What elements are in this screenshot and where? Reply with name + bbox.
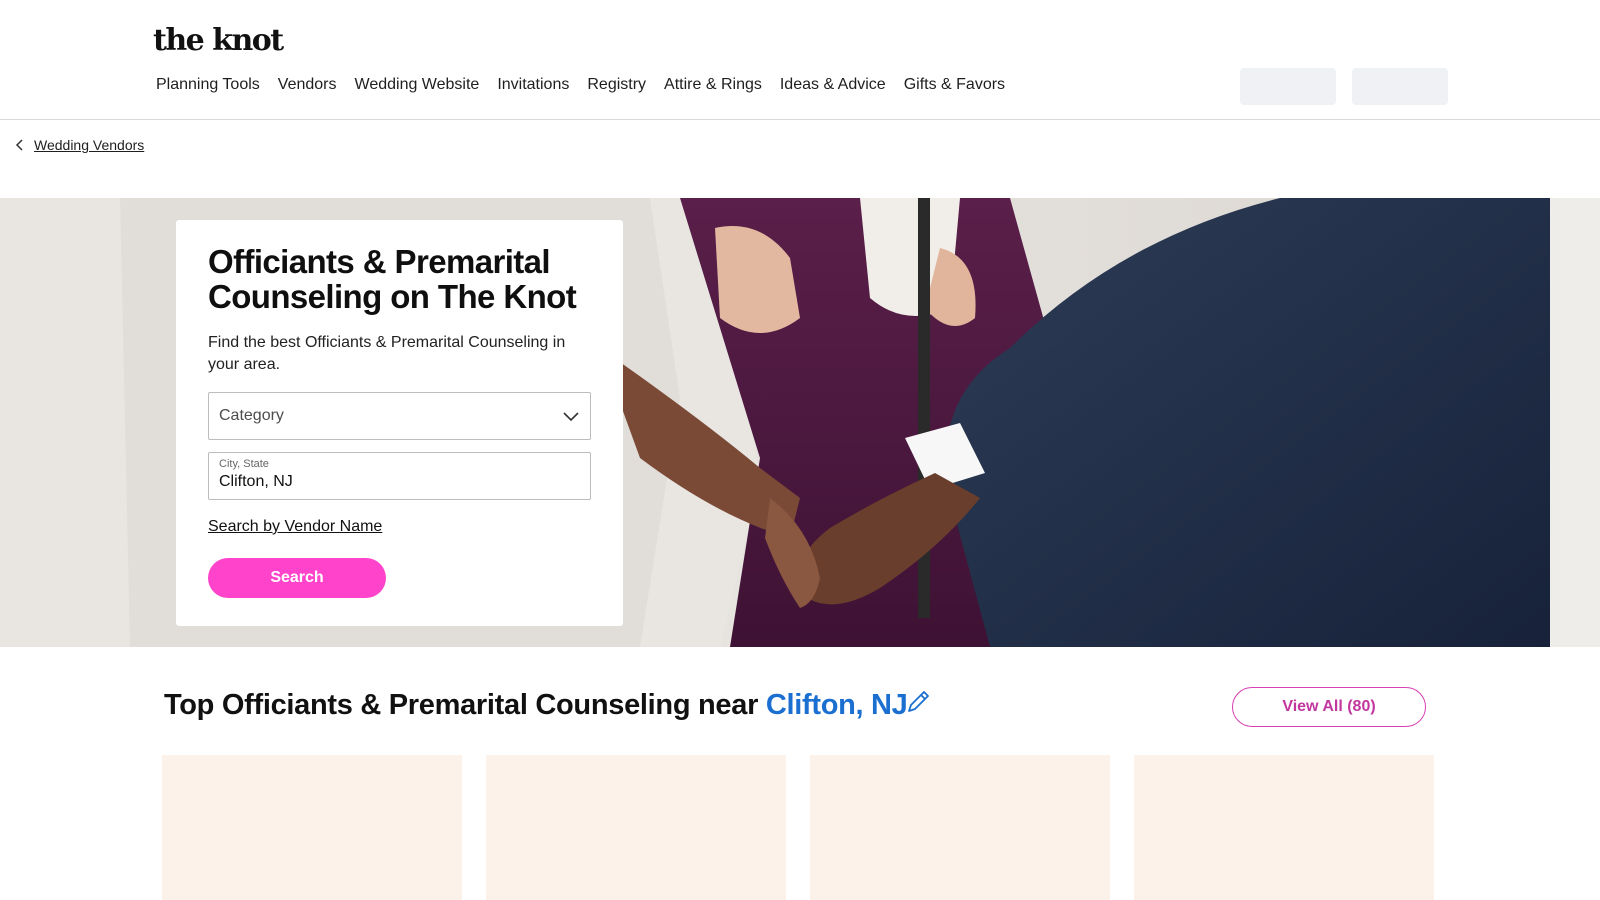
vendor-card-placeholder[interactable] bbox=[810, 755, 1110, 900]
pencil-edit-icon[interactable] bbox=[904, 688, 932, 716]
location-field-label: City, State bbox=[219, 458, 269, 470]
nav-wedding-website[interactable]: Wedding Website bbox=[355, 74, 480, 96]
view-all-button[interactable]: View All (80) bbox=[1232, 687, 1426, 727]
vendor-search-card: Officiants & Premarital Counseling on Th… bbox=[176, 220, 623, 626]
chevron-left-icon bbox=[15, 139, 23, 151]
nav-registry[interactable]: Registry bbox=[587, 74, 646, 96]
signup-button-placeholder[interactable] bbox=[1352, 68, 1448, 105]
breadcrumb: Wedding Vendors bbox=[14, 137, 144, 153]
breadcrumb-wedding-vendors[interactable]: Wedding Vendors bbox=[34, 137, 144, 153]
results-location-link[interactable]: Clifton, NJ bbox=[766, 689, 908, 721]
nav-planning-tools[interactable]: Planning Tools bbox=[156, 74, 260, 96]
the-knot-logo[interactable]: the knot bbox=[153, 24, 284, 58]
search-by-vendor-name-link[interactable]: Search by Vendor Name bbox=[208, 518, 382, 536]
nav-attire-rings[interactable]: Attire & Rings bbox=[664, 74, 762, 96]
nav-ideas-advice[interactable]: Ideas & Advice bbox=[780, 74, 886, 96]
nav-vendors[interactable]: Vendors bbox=[278, 74, 337, 96]
location-field[interactable]: City, State bbox=[208, 452, 591, 500]
vendor-card-placeholder[interactable] bbox=[486, 755, 786, 900]
results-heading: Top Officiants & Premarital Counseling n… bbox=[164, 689, 908, 722]
main-nav: Planning Tools Vendors Wedding Website I… bbox=[156, 74, 1005, 96]
category-select-value: Category bbox=[219, 407, 284, 424]
nav-invitations[interactable]: Invitations bbox=[497, 74, 569, 96]
search-button[interactable]: Search bbox=[208, 558, 386, 598]
page-subtitle: Find the best Officiants & Premarital Co… bbox=[208, 334, 566, 373]
nav-gifts-favors[interactable]: Gifts & Favors bbox=[904, 74, 1005, 96]
location-input[interactable] bbox=[219, 471, 580, 493]
chevron-down-icon bbox=[563, 412, 579, 422]
category-select[interactable]: Category bbox=[208, 392, 591, 440]
vendor-card-placeholder[interactable] bbox=[162, 755, 462, 900]
vendor-card-placeholder[interactable] bbox=[1134, 755, 1434, 900]
results-heading-prefix: Top Officiants & Premarital Counseling n… bbox=[164, 689, 759, 721]
vendor-cards-row bbox=[162, 755, 1434, 900]
page-title: Officiants & Premarital Counseling on Th… bbox=[208, 243, 577, 315]
login-button-placeholder[interactable] bbox=[1240, 68, 1336, 105]
site-header: the knot Planning Tools Vendors Wedding … bbox=[0, 0, 1600, 120]
